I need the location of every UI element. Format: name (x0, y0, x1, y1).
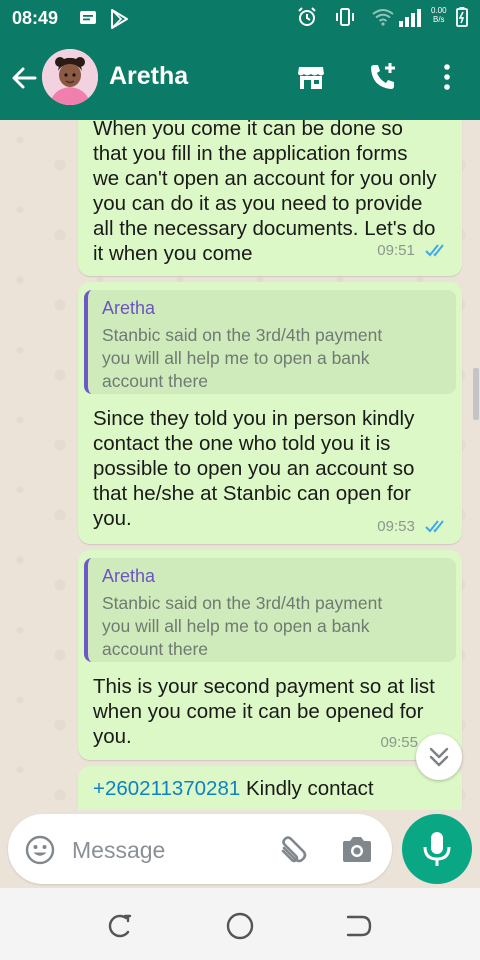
recent-apps-icon[interactable] (106, 912, 134, 945)
message-line: Kindly contact (240, 777, 374, 800)
message-text: Since they told you in person kindly con… (93, 406, 448, 531)
message-line: contact the one who told you it is (93, 432, 391, 455)
message-line: possible to open you an account so (93, 457, 415, 480)
message-time: 09:51 (377, 242, 415, 259)
composer: Message (0, 810, 480, 888)
quoted-line: Stanbic said on the 3rd/4th payment (102, 593, 383, 613)
quoted-sender: Aretha (102, 566, 156, 586)
contact-avatar[interactable] (42, 49, 98, 105)
quoted-text: Stanbic said on the 3rd/4th payment you … (102, 324, 446, 393)
message-meta: 09:53 (377, 518, 449, 537)
attach-icon[interactable] (274, 834, 308, 873)
battery-icon (456, 7, 468, 32)
quoted-line: you will all help me to open a bank (102, 616, 370, 636)
more-options-icon[interactable] (437, 62, 457, 97)
quoted-message[interactable]: Aretha Stanbic said on the 3rd/4th payme… (84, 290, 456, 394)
quoted-sender: Aretha (102, 298, 156, 318)
message-meta: 09:55 (380, 734, 418, 751)
message-line: This is your second payment so at list (93, 675, 435, 698)
phone-number-link[interactable]: +260211370281 (93, 777, 240, 800)
outgoing-message[interactable]: Aretha Stanbic said on the 3rd/4th payme… (78, 282, 462, 544)
net-speed-value: 0.00 (431, 6, 447, 15)
outgoing-message[interactable]: When you come it can be done so that you… (78, 120, 462, 276)
status-time: 08:49 (12, 8, 59, 28)
message-line: when you come it can be opened for (93, 700, 424, 723)
camera-icon[interactable] (340, 834, 374, 871)
back-arrow-icon[interactable] (10, 64, 38, 97)
net-speed-unit: B/s (433, 15, 445, 24)
home-icon[interactable] (226, 912, 254, 945)
message-input[interactable]: Message (8, 814, 392, 884)
chat-messages[interactable]: When you come it can be done so that you… (0, 120, 480, 810)
quoted-text: Stanbic said on the 3rd/4th payment you … (102, 592, 446, 661)
play-store-icon (108, 8, 130, 35)
system-navigation-bar (0, 888, 480, 960)
chat-header: Aretha (0, 36, 480, 120)
message-line: that he/she at Stanbic can open for (93, 482, 411, 505)
message-line: all the necessary documents. Let's do (93, 217, 436, 240)
double-chevron-down-icon (429, 747, 449, 767)
back-nav-icon[interactable] (346, 912, 374, 945)
scroll-to-bottom-button[interactable] (416, 734, 462, 780)
message-input-placeholder: Message (72, 837, 166, 863)
message-line: that you fill in the application forms (93, 142, 408, 165)
microphone-icon (423, 832, 451, 866)
message-line: When you come it can be done so (93, 120, 403, 140)
quoted-line: Stanbic said on the 3rd/4th payment (102, 325, 383, 345)
status-bar: 08:49 0.00 B/s (0, 0, 480, 36)
outgoing-message[interactable]: Aretha Stanbic said on the 3rd/4th payme… (78, 550, 462, 760)
net-speed: 0.00 B/s (431, 6, 447, 24)
signal-icon (398, 9, 424, 32)
message-line: you can do it as you need to provide (93, 192, 423, 215)
add-call-icon[interactable] (367, 62, 399, 97)
message-time: 09:53 (377, 518, 415, 535)
wifi-icon (372, 8, 394, 31)
quoted-line: you will all help me to open a bank (102, 348, 370, 368)
quoted-line: account there (102, 639, 209, 659)
read-receipt-icon (425, 519, 449, 537)
read-receipt-icon (425, 243, 449, 261)
vibrate-icon (334, 6, 356, 33)
message-time: 09:55 (380, 734, 418, 751)
message-notification-icon (78, 8, 98, 33)
catalog-store-icon[interactable] (296, 62, 326, 97)
outgoing-message[interactable]: +260211370281 Kindly contact (78, 766, 462, 810)
emoji-icon[interactable] (24, 834, 56, 871)
contact-name[interactable]: Aretha (109, 62, 188, 91)
quoted-message[interactable]: Aretha Stanbic said on the 3rd/4th payme… (84, 558, 456, 662)
message-line: we can't open an account for you only (93, 167, 437, 190)
scrollbar-thumb[interactable] (473, 368, 479, 420)
message-line: Since they told you in person kindly (93, 407, 415, 430)
quoted-line: account there (102, 371, 209, 391)
voice-message-button[interactable] (402, 814, 472, 884)
message-meta: 09:51 (377, 242, 449, 261)
message-text: +260211370281 Kindly contact (93, 776, 448, 801)
alarm-icon (296, 6, 318, 33)
